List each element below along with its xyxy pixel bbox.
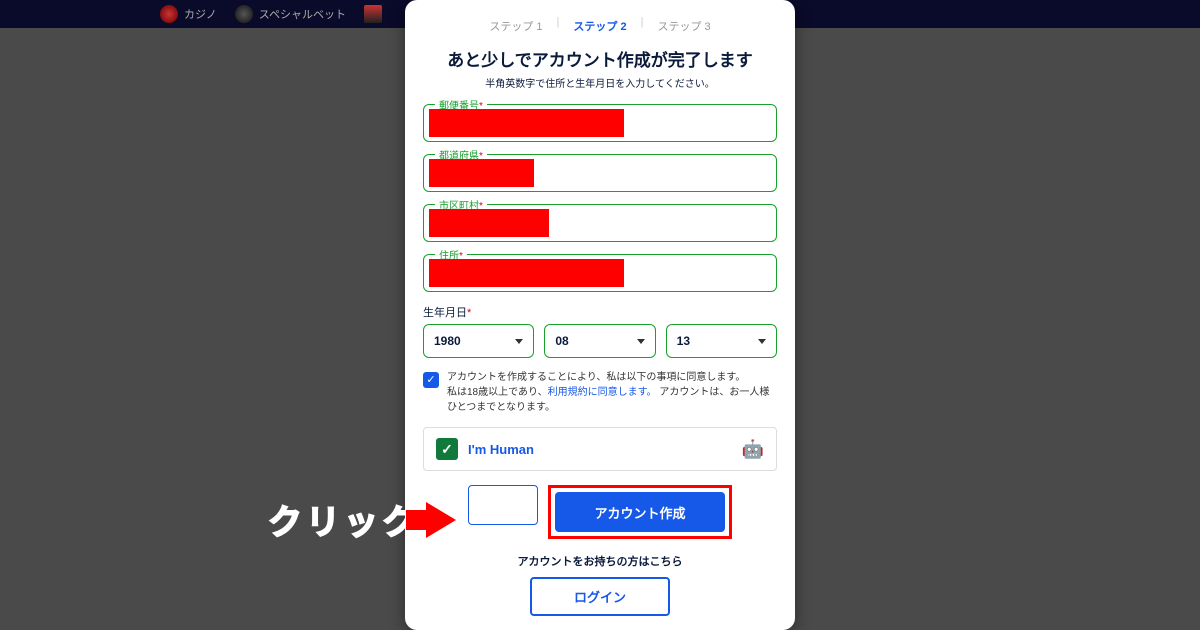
redaction-block <box>429 259 624 287</box>
chevron-down-icon <box>515 339 523 344</box>
step-1[interactable]: ステップ 1 <box>481 16 550 36</box>
redaction-block <box>429 109 624 137</box>
dob-month-select[interactable]: 08 <box>544 324 655 358</box>
dob-year-select[interactable]: 1980 <box>423 324 534 358</box>
back-button[interactable] <box>468 485 538 525</box>
dob-row: 1980 08 13 <box>423 324 777 358</box>
special-icon <box>235 5 253 23</box>
dob-day-select[interactable]: 13 <box>666 324 777 358</box>
city-field-wrap: 市区町村* <box>423 204 777 242</box>
terms-link[interactable]: 利用規約に同意します。 <box>548 387 657 398</box>
redaction-block <box>429 159 534 187</box>
third-icon <box>364 5 382 23</box>
consent-block: ✓ アカウントを作成することにより、私は以下の事項に同意します。 私は18歳以上… <box>423 370 777 415</box>
nav-item-third[interactable] <box>364 5 382 23</box>
callout-text: クリック <box>268 495 420 544</box>
click-callout: クリック <box>268 495 456 544</box>
step-2[interactable]: ステップ 2 <box>565 16 634 36</box>
postal-field-wrap: 郵便番号* <box>423 104 777 142</box>
create-account-button[interactable]: アカウント作成 <box>555 492 725 532</box>
step-3[interactable]: ステップ 3 <box>649 16 718 36</box>
consent-checkbox[interactable]: ✓ <box>423 372 439 388</box>
arrow-right-icon <box>426 502 456 538</box>
step-indicator: ステップ 1 | ステップ 2 | ステップ 3 <box>423 16 777 36</box>
dob-label: 生年月日* <box>423 304 777 320</box>
signup-modal: ステップ 1 | ステップ 2 | ステップ 3 あと少しでアカウント作成が完了… <box>405 0 795 630</box>
nav-label: スペシャルベット <box>259 6 346 22</box>
address-field-wrap: 住所* <box>423 254 777 292</box>
prefecture-field-wrap: 都道府県* <box>423 154 777 192</box>
captcha-check-icon: ✓ <box>436 438 458 460</box>
captcha-widget[interactable]: ✓ I'm Human 🤖 <box>423 427 777 471</box>
casino-icon <box>160 5 178 23</box>
chevron-down-icon <box>758 339 766 344</box>
redaction-block <box>429 209 549 237</box>
captcha-text: I'm Human <box>468 442 534 457</box>
chevron-down-icon <box>637 339 645 344</box>
dob-day-value: 13 <box>677 334 690 348</box>
already-have-account: アカウントをお持ちの方はこちら <box>423 553 777 569</box>
consent-text: アカウントを作成することにより、私は以下の事項に同意します。 私は18歳以上であ… <box>447 370 777 415</box>
page-subtitle: 半角英数字で住所と生年月日を入力してください。 <box>423 75 777 90</box>
dob-year-value: 1980 <box>434 334 461 348</box>
highlight-annotation: アカウント作成 <box>548 485 732 539</box>
nav-item-casino[interactable]: カジノ <box>160 5 217 23</box>
captcha-art-icon: 🤖 <box>742 439 764 460</box>
nav-label: カジノ <box>184 6 217 22</box>
step-separator: | <box>557 16 560 36</box>
nav-item-special[interactable]: スペシャルベット <box>235 5 346 23</box>
page-title: あと少しでアカウント作成が完了します <box>423 46 777 71</box>
dob-month-value: 08 <box>555 334 568 348</box>
step-separator: | <box>641 16 644 36</box>
login-button[interactable]: ログイン <box>530 577 670 616</box>
button-row: アカウント作成 <box>423 485 777 539</box>
